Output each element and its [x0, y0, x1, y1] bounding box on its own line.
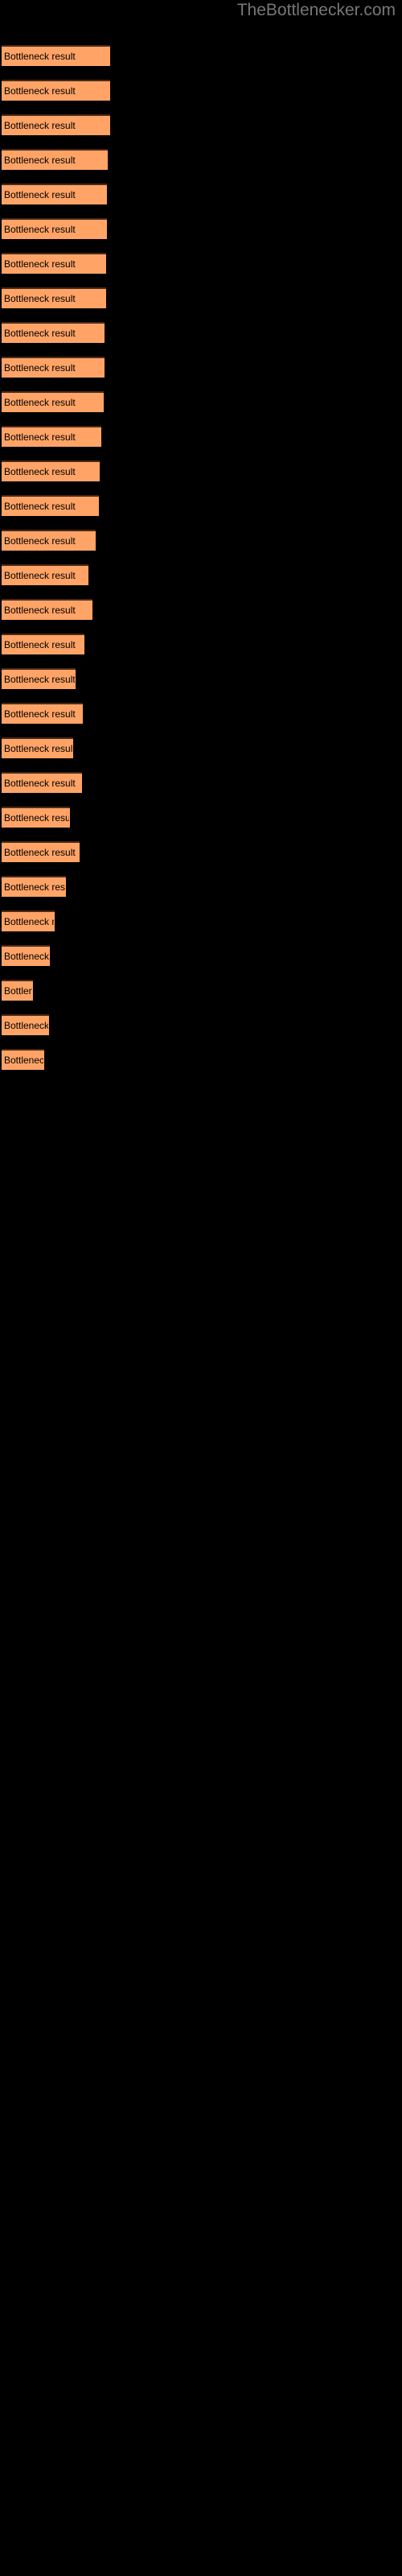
bar-row[interactable]: Bottleneck result — [2, 807, 70, 828]
bar-row[interactable]: Bottleneck result — [2, 737, 73, 758]
bar-row[interactable]: Bottleneck result — [2, 634, 84, 654]
bar-rect[interactable] — [2, 980, 33, 1001]
bar-rect[interactable] — [2, 703, 83, 724]
bar-row[interactable]: Bottleneck result — [2, 114, 110, 135]
bar-rect[interactable] — [2, 287, 106, 308]
bar-rect[interactable] — [2, 114, 110, 135]
bar-row[interactable]: Bottleneck result — [2, 495, 99, 516]
bar-rect[interactable] — [2, 357, 105, 378]
bar-rect[interactable] — [2, 218, 107, 239]
bar-row[interactable]: Bottleneck result — [2, 564, 88, 585]
bar-rect[interactable] — [2, 495, 99, 516]
bar-rect[interactable] — [2, 737, 73, 758]
bar-rect[interactable] — [2, 80, 110, 101]
bar-rect[interactable] — [2, 530, 96, 551]
bar-row[interactable]: Bottleneck result — [2, 772, 82, 793]
bar-rect[interactable] — [2, 1049, 44, 1070]
bar-row[interactable]: Bottleneck result — [2, 703, 83, 724]
bar-row[interactable]: Bottleneck result — [2, 1049, 44, 1070]
bar-row[interactable]: Bottleneck result — [2, 530, 96, 551]
bar-row[interactable]: Bottleneck result — [2, 218, 107, 239]
bar-row[interactable]: Bottleneck result — [2, 599, 92, 620]
bar-row[interactable]: Bottleneck result — [2, 945, 50, 966]
bar-row[interactable]: Bottleneck result — [2, 149, 108, 170]
bar-series-layer: Bottleneck result Bottleneck result Bottle… — [0, 0, 402, 2576]
bar-rect[interactable] — [2, 184, 107, 204]
bar-row[interactable]: Bottleneck result — [2, 1014, 49, 1035]
bar-rect[interactable] — [2, 426, 101, 447]
bar-rect[interactable] — [2, 564, 88, 585]
bar-row[interactable]: Bottleneck result — [2, 910, 55, 931]
bar-rect[interactable] — [2, 945, 50, 966]
bar-row[interactable]: Bottleneck result — [2, 668, 76, 689]
bar-row[interactable]: Bottleneck result — [2, 287, 106, 308]
bar-rect[interactable] — [2, 668, 76, 689]
bottleneck-bar-chart: TheBottlenecker.com Bottleneck result Bot… — [0, 0, 402, 2576]
bar-rect[interactable] — [2, 599, 92, 620]
bar-row[interactable]: Bottleneck result — [2, 357, 105, 378]
bar-rect[interactable] — [2, 841, 80, 862]
bar-row[interactable]: Bottleneck result — [2, 460, 100, 481]
bar-rect[interactable] — [2, 772, 82, 793]
bar-rect[interactable] — [2, 391, 104, 412]
bar-row[interactable]: Bottleneck result — [2, 184, 107, 204]
bar-rect[interactable] — [2, 1014, 49, 1035]
bar-row[interactable]: Bottleneck result — [2, 391, 104, 412]
bar-rect[interactable] — [2, 460, 100, 481]
bar-row[interactable]: Bottleneck result — [2, 253, 106, 274]
bar-rect[interactable] — [2, 45, 110, 66]
bar-row[interactable]: Bottleneck result — [2, 80, 110, 101]
bar-rect[interactable] — [2, 807, 70, 828]
bar-row[interactable]: Bottleneck result — [2, 876, 66, 897]
bar-row[interactable]: Bottleneck result — [2, 322, 105, 343]
bar-row[interactable]: Bottleneck result — [2, 841, 80, 862]
bar-rect[interactable] — [2, 634, 84, 654]
bar-rect[interactable] — [2, 322, 105, 343]
bar-rect[interactable] — [2, 253, 106, 274]
bar-rect[interactable] — [2, 149, 108, 170]
bar-row[interactable]: Bottleneck result — [2, 426, 101, 447]
bar-row[interactable]: Bottleneck result — [2, 980, 33, 1001]
bar-rect[interactable] — [2, 876, 66, 897]
bar-row[interactable]: Bottleneck result — [2, 45, 110, 66]
bar-rect[interactable] — [2, 910, 55, 931]
